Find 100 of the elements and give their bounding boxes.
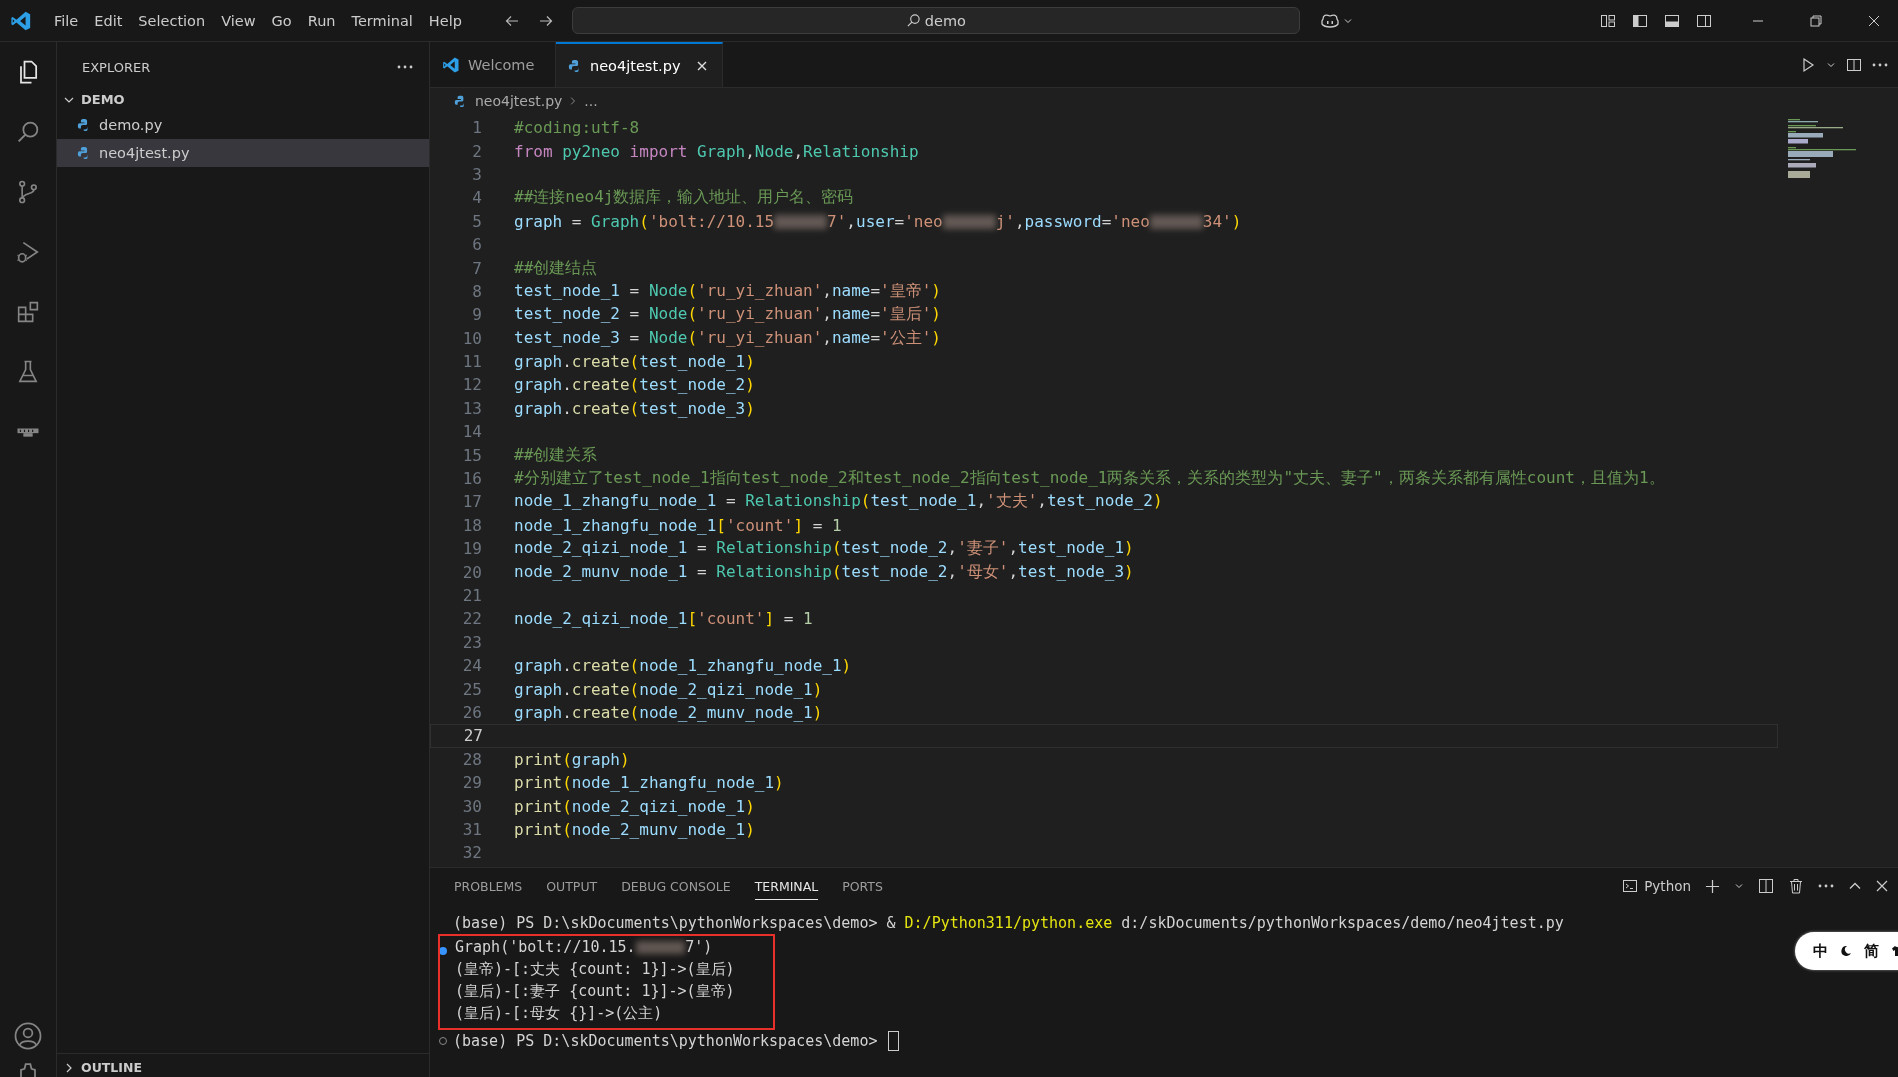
code-line: ##连接neo4j数据库，输入地址、用户名、密码 [514,187,854,209]
more-icon[interactable] [1818,884,1834,888]
menu-item[interactable]: View [213,12,264,29]
moon-icon[interactable] [1840,945,1852,957]
more-icon[interactable] [397,65,413,69]
panel-tab[interactable]: OUTPUT [546,872,598,900]
command-search-field[interactable]: demo [571,7,1300,34]
line-number: 10 [461,328,482,348]
code-line: print(node_2_qizi_node_1) [514,796,755,816]
line-number: 19 [461,539,482,559]
code-line: node_1_zhangfu_node_1 = Relationship(test_node_1,'丈夫',test_node_2) [514,491,1163,513]
account-icon[interactable] [13,1021,43,1051]
code-line: print(graph) [514,749,630,769]
chevron-right-icon [570,96,577,106]
terminal-selector[interactable]: Python [1622,878,1691,894]
code-line: #分别建立了test_node_1指向test_node_2和test_node_2指向test_node_1两条关系，关系的类型为"丈夫、妻子"，两条关系都有属性count，且值为1。 [514,468,1665,490]
menu-item[interactable]: Terminal [343,12,421,29]
line-number: 25 [461,679,482,699]
code-line: graph.create(test_node_1) [514,352,755,372]
code-line: ##创建关系 [514,444,598,466]
explorer-tree-row[interactable]: demo.py [57,111,429,139]
terminal-line: (base) PS D:\skDocuments\pythonWorkspaces\demo> [453,1032,879,1050]
code-line: node_2_munv_node_1 = Relationship(test_node_2,'母女',test_node_3) [514,561,1134,583]
line-number: 3 [471,164,482,184]
secondary-sidebar-icon[interactable] [1696,12,1712,29]
menu-item[interactable]: Help [420,12,470,29]
close-icon[interactable] [696,59,709,72]
sidebar-title: EXPLORER [82,59,151,75]
split-terminal-icon[interactable] [1758,878,1774,894]
terminal-line: (皇帝)-[:丈夫 {count: 1}]->(皇后) [455,959,735,980]
code-line: node_2_qizi_node_1 = Relationship(test_node_2,'妻子',test_node_1) [514,538,1134,560]
line-number: 12 [461,375,482,395]
close-icon[interactable] [1868,14,1880,27]
python-file-icon [454,94,467,108]
menu-item[interactable]: File [46,12,87,29]
line-number: 24 [461,656,482,676]
menu-item[interactable]: Selection [130,12,214,29]
line-number: 23 [461,632,482,652]
terminal-line: (皇后)-[:母女 {}]->(公主) [455,1003,664,1024]
line-number: 8 [471,281,482,301]
terminal-line: (皇后)-[:妻子 {count: 1}]->(皇帝) [455,981,735,1002]
code-line: graph.create(test_node_3) [514,398,755,418]
code-line: print(node_1_zhangfu_node_1) [514,773,784,793]
line-number: 20 [461,562,482,582]
line-number: 15 [461,445,482,465]
breadcrumb-item[interactable]: neo4jtest.py [475,93,563,109]
panel-tab[interactable]: PORTS [842,872,883,900]
line-number: 1 [471,118,482,138]
line-number: 4 [471,188,482,208]
outline-section-header[interactable]: OUTLINE [57,1053,429,1077]
code-line: test_node_3 = Node('ru_yi_zhuan',name='公主') [514,327,941,349]
line-number: 29 [461,773,482,793]
layout-icon[interactable] [1600,12,1616,29]
line-number: 6 [471,235,482,255]
caret-icon[interactable] [1734,881,1744,891]
panel-tab[interactable]: TERMINAL [754,872,819,900]
code-line: test_node_1 = Node('ru_yi_zhuan',name='皇帝') [514,280,941,302]
split-editor-icon[interactable] [1846,56,1862,73]
panel-tab[interactable]: PROBLEMS [454,872,523,900]
ime-mode-label[interactable]: 中 [1813,941,1828,961]
trash-icon[interactable] [1788,878,1804,894]
run-icon[interactable] [1800,56,1816,73]
line-number: 21 [461,586,482,605]
line-number: 31 [461,819,482,839]
code-line: test_node_2 = Node('ru_yi_zhuan',name='皇后') [514,304,941,326]
vscode-logo-icon [442,55,460,74]
line-number: 18 [461,515,482,535]
line-number: 27 [462,726,483,746]
restore-icon[interactable] [1810,14,1822,27]
line-number: 11 [461,352,482,372]
line-number: 5 [471,211,482,231]
menu-item[interactable]: Go [263,12,300,29]
code-line: print(node_2_munv_node_1) [514,819,755,839]
panel-toggle-icon[interactable] [1664,12,1680,29]
folder-item[interactable]: DEMO [57,82,429,111]
ime-mode-label[interactable]: 简 [1864,941,1879,961]
line-number: 14 [461,422,482,442]
line-number: 17 [461,492,482,512]
line-number: 2 [471,141,482,161]
code-line: node_2_qizi_node_1['count'] = 1 [514,609,813,629]
python-file-icon [568,58,582,73]
terminal-line: Graph('bolt://10.15. 7') [455,937,714,958]
copilot-icon[interactable] [1319,12,1340,29]
minimap-drawing [1788,119,1858,179]
menu-item[interactable]: Run [299,12,344,29]
close-icon[interactable] [1876,880,1888,892]
line-number: 22 [461,609,482,629]
code-line: graph.create(node_2_munv_node_1) [514,702,823,722]
panel-tab[interactable]: DEBUG CONSOLE [621,872,731,900]
more-icon[interactable] [1872,62,1888,67]
line-number: 32 [461,843,482,863]
explorer-tree-row[interactable]: neo4jtest.py [57,139,429,167]
editor-tab[interactable]: neo4jtest.py [556,42,724,87]
code-line: ##创建结点 [514,257,598,279]
plus-icon[interactable] [1705,878,1720,894]
sidebar-toggle-icon[interactable] [1632,12,1648,29]
code-line: graph.create(node_2_qizi_node_1) [514,679,823,699]
breadcrumb-item[interactable]: ... [584,93,598,109]
code-line: graph = Graph('bolt://10.15 7',user='neo j',password='neo 34') [514,211,1242,231]
menu-item[interactable]: Edit [86,12,131,29]
